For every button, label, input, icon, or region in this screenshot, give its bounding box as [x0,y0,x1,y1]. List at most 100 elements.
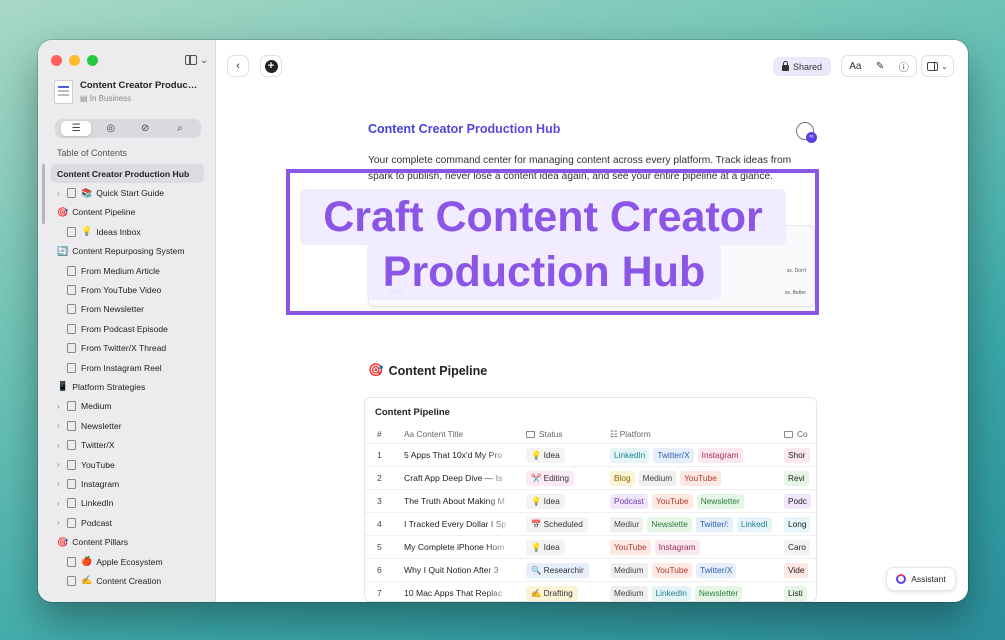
chevron-right-icon[interactable]: › [57,441,67,450]
toc-item[interactable]: 🍎 Apple Ecosystem [38,552,216,571]
row-title[interactable]: 5 Apps That 10x'd My Pro [393,450,516,460]
row-extra-cell[interactable]: Podc [784,493,816,509]
status-tag: 💡 Idea [526,447,565,463]
row-status-cell[interactable]: 💡 Idea [516,447,598,463]
toc-item[interactable]: › Newsletter [38,416,216,435]
toc-item[interactable]: 🎯 Content Pillars [38,532,216,551]
tasks-view-icon[interactable]: ◎ [96,121,126,136]
row-extra-cell[interactable]: Revi [784,470,816,486]
platform-tag: Medium [610,585,648,601]
panel-toggle-button[interactable]: ⌄ [921,55,954,77]
header-num[interactable]: # [365,429,393,439]
table-row[interactable]: 7 10 Mac Apps That Replac ✍️ Drafting Mediu… [365,582,816,601]
font-style-button[interactable]: Aa [849,61,861,72]
page-icon [67,323,76,334]
toc-item[interactable]: › Instagram [38,474,216,493]
toc-item[interactable]: › Medium [38,397,216,416]
toc-item[interactable]: 📱 Platform Strategies [38,377,216,396]
style-brush-icon[interactable]: ✎ [876,61,884,72]
row-extra-cell[interactable]: Vide [784,562,816,578]
chevron-right-icon[interactable]: › [57,189,67,198]
platform-tag: LinkedI [736,516,772,532]
row-platform-cell[interactable]: Medium LinkedIn Newsletter [598,585,784,601]
toc-item[interactable]: 💡 Ideas Inbox [38,222,216,241]
toc-item[interactable]: Content Creator Production Hub [51,164,204,184]
collaborator-avatar[interactable]: ∞ [796,122,817,143]
zoom-window-button[interactable] [87,55,98,66]
row-status-cell[interactable]: 📅 Scheduled [516,516,598,532]
close-window-button[interactable] [51,55,62,66]
row-platform-cell[interactable]: Podcast YouTube Newsletter [598,493,784,509]
row-platform-cell[interactable]: YouTube Instagram [598,539,784,555]
chevron-right-icon[interactable]: › [57,518,67,527]
toc-item[interactable]: From Instagram Reel [38,358,216,377]
row-extra-cell[interactable]: Shor [784,447,816,463]
table-row[interactable]: 2 Craft App Deep Dive — Is ✂️ Editing Blog M… [365,467,816,490]
back-button[interactable]: ‹ [227,55,249,77]
attachments-view-icon[interactable]: ⊘ [130,121,160,136]
document-header[interactable]: Content Creator Production... ▤ In Busin… [54,80,200,104]
shared-button[interactable]: Shared [773,57,831,76]
chevron-right-icon[interactable]: › [57,421,67,430]
table-row[interactable]: 1 5 Apps That 10x'd My Pro 💡 Idea LinkedIn T… [365,444,816,467]
toc-item[interactable]: 🎯 Content Pipeline [38,203,216,222]
minimize-window-button[interactable] [69,55,80,66]
row-platform-cell[interactable]: Mediur Newslette Twitter/: LinkedI [598,516,784,532]
toc-item[interactable]: › Podcast [38,513,216,532]
chevron-right-icon[interactable]: › [57,402,67,411]
chevron-right-icon[interactable]: › [57,460,67,469]
row-platform-cell[interactable]: Blog Medium YouTube [598,470,784,486]
new-document-button[interactable]: + [260,55,282,77]
toc-item[interactable]: From Twitter/X Thread [38,339,216,358]
row-title[interactable]: Why I Quit Notion After 3 [393,565,516,575]
header-content-title[interactable]: Aa Content Title [393,429,516,439]
toc-item[interactable]: › Twitter/X [38,435,216,454]
row-status-cell[interactable]: 💡 Idea [516,539,598,555]
toc-item[interactable]: From Newsletter [38,300,216,319]
toc-item-label: From YouTube Video [81,285,162,296]
table-row[interactable]: 6 Why I Quit Notion After 3 🔍 Researchir Me… [365,559,816,582]
chevron-right-icon[interactable]: › [57,479,67,488]
header-platform[interactable]: ☷ Platform [598,429,784,439]
row-platform-cell[interactable]: LinkedIn Twitter/X Instagram [598,447,784,463]
row-extra-cell[interactable]: Long [784,516,816,532]
search-view-icon[interactable]: ⌕ [165,121,195,136]
chevron-right-icon[interactable]: › [57,499,67,508]
row-status-cell[interactable]: 🔍 Researchir [516,562,598,578]
info-icon[interactable]: ⓘ [899,59,909,74]
page-title[interactable]: Content Creator Production Hub [368,122,818,136]
row-title[interactable]: Craft App Deep Dive — Is [393,473,516,483]
header-extra[interactable]: Co [784,429,816,439]
row-status-cell[interactable]: 💡 Idea [516,493,598,509]
toc-item[interactable]: › YouTube [38,455,216,474]
row-title[interactable]: The Truth About Making M [393,496,516,506]
toc-item-label: Instagram [81,478,120,489]
row-extra-cell[interactable]: Caro [784,539,816,555]
platform-tag: YouTube [651,493,693,509]
row-platform-cell[interactable]: Medium YouTube Twitter/X [598,562,784,578]
row-title[interactable]: I Tracked Every Dollar I Sp [393,519,516,529]
sidebar-toggle-button[interactable]: ⌄ [185,53,211,67]
table-row[interactable]: 4 I Tracked Every Dollar I Sp 📅 Scheduled M… [365,513,816,536]
header-status[interactable]: Status [516,429,598,439]
toc-item[interactable]: › 📚 Quick Start Guide [38,183,216,202]
table-row[interactable]: 3 The Truth About Making M 💡 Idea Podcast Yo… [365,490,816,513]
row-extra-cell[interactable]: Listi [784,585,816,601]
toc-item[interactable]: 🔄 Content Repurposing System [38,242,216,261]
assistant-button[interactable]: Assistant [886,567,956,591]
main-editor: ‹ + Shared Aa ✎ ⓘ ⌄ Content Creator Prod… [217,40,968,602]
toc-item[interactable]: From Medium Article [38,261,216,280]
row-title[interactable]: My Complete iPhone Hom [393,542,516,552]
toc-item[interactable]: From Podcast Episode [38,319,216,338]
toc-item[interactable]: ✍️ Content Creation [38,571,216,590]
row-status-cell[interactable]: ✂️ Editing [516,470,598,486]
table-row[interactable]: 5 My Complete iPhone Hom 💡 Idea YouTube Inst… [365,536,816,559]
toc-item[interactable]: › LinkedIn [38,494,216,513]
toc-view-icon[interactable]: ☰ [61,121,92,136]
toc-item[interactable]: From YouTube Video [38,280,216,299]
row-status-cell[interactable]: ✍️ Drafting [516,585,598,601]
document-location: ▤ In Business [80,94,132,103]
app-window: ⌄ Content Creator Production... ▤ In Bus… [38,40,968,602]
section-heading[interactable]: 🎯 Content Pipeline [368,363,487,378]
row-title[interactable]: 10 Mac Apps That Replac [393,588,516,598]
